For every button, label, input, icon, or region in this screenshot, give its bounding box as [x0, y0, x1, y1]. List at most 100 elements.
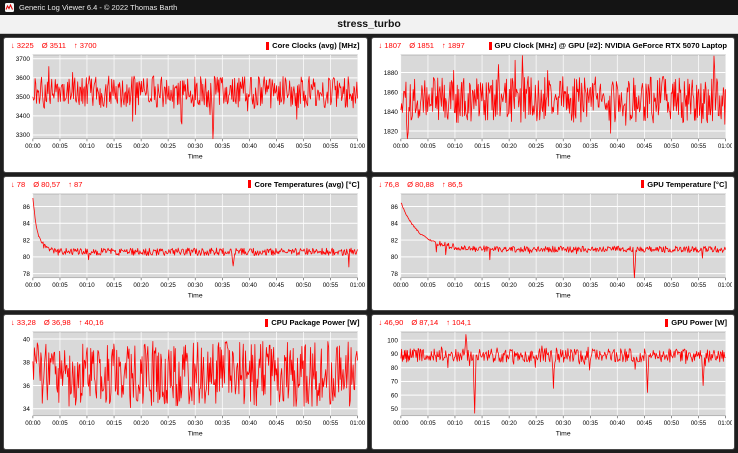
chart-title: GPU Power [W] [665, 318, 727, 327]
stat-avg: 1851 [417, 41, 434, 50]
chart-stats: ↓1807 Ø1851 ↑1897 [379, 41, 465, 50]
svg-text:00:05: 00:05 [52, 421, 68, 428]
svg-text:00:25: 00:25 [528, 421, 544, 428]
svg-text:00:30: 00:30 [555, 143, 571, 150]
chart-title-text: GPU Clock [MHz] @ GPU [#2]: NVIDIA GeFor… [495, 41, 727, 50]
svg-text:00:10: 00:10 [79, 421, 95, 428]
svg-text:82: 82 [23, 237, 31, 244]
svg-text:00:45: 00:45 [636, 143, 652, 150]
chart-header: ↓1807 Ø1851 ↑1897 GPU Clock [MHz] @ GPU … [372, 38, 735, 51]
svg-text:00:40: 00:40 [242, 421, 258, 428]
svg-text:00:50: 00:50 [296, 282, 312, 289]
svg-text:Time: Time [555, 154, 570, 161]
max-arrow-icon: ↑ [68, 180, 72, 189]
svg-text:00:00: 00:00 [393, 143, 409, 150]
svg-text:00:20: 00:20 [501, 282, 517, 289]
svg-text:00:55: 00:55 [323, 421, 339, 428]
svg-text:00:50: 00:50 [663, 421, 679, 428]
svg-text:100: 100 [387, 338, 398, 345]
window-titlebar[interactable]: Generic Log Viewer 6.4 - © 2022 Thomas B… [0, 0, 738, 15]
stat-avg: 36,98 [52, 318, 71, 327]
chart-title-text: GPU Temperature [°C] [647, 180, 727, 189]
chart-stats: ↓76,8 Ø80,88 ↑86,5 [379, 180, 463, 189]
svg-text:00:30: 00:30 [188, 282, 204, 289]
chart-title-text: CPU Package Power [W] [271, 318, 359, 327]
svg-text:00:15: 00:15 [474, 143, 490, 150]
svg-text:00:15: 00:15 [106, 421, 122, 428]
chart-title-text: GPU Power [W] [671, 318, 727, 327]
svg-text:Time: Time [555, 292, 570, 299]
chart-svg[interactable]: 182018401860188000:0000:0500:1000:1500:2… [374, 51, 733, 171]
svg-text:00:35: 00:35 [582, 143, 598, 150]
svg-text:Time: Time [188, 431, 203, 438]
svg-text:00:40: 00:40 [242, 282, 258, 289]
min-arrow-icon: ↓ [379, 180, 383, 189]
svg-text:00:25: 00:25 [160, 282, 176, 289]
max-arrow-icon: ↑ [442, 180, 446, 189]
svg-text:00:20: 00:20 [501, 421, 517, 428]
svg-text:00:05: 00:05 [420, 282, 436, 289]
chart-svg[interactable]: 3436384000:0000:0500:1000:1500:2000:2500… [6, 328, 365, 448]
svg-text:00:50: 00:50 [296, 421, 312, 428]
svg-text:00:15: 00:15 [474, 421, 490, 428]
svg-text:00:55: 00:55 [690, 143, 706, 150]
svg-text:00:45: 00:45 [269, 282, 285, 289]
stat-min: 33,28 [17, 318, 36, 327]
svg-text:00:00: 00:00 [393, 421, 409, 428]
svg-text:34: 34 [23, 406, 31, 413]
chart-header: ↓3225 Ø3511 ↑3700 Core Clocks (avg) [MHz… [4, 38, 367, 51]
svg-text:00:35: 00:35 [215, 143, 231, 150]
svg-text:3700: 3700 [16, 56, 31, 63]
svg-text:Time: Time [188, 292, 203, 299]
svg-text:00:25: 00:25 [528, 282, 544, 289]
stat-avg: 3511 [50, 41, 66, 50]
svg-text:00:15: 00:15 [106, 282, 122, 289]
chart-header: ↓78 Ø80,57 ↑87 Core Temperatures (avg) [… [4, 177, 367, 190]
svg-text:84: 84 [390, 220, 398, 227]
chart-svg[interactable]: 3300340035003600370000:0000:0500:1000:15… [6, 51, 365, 171]
svg-text:01:00: 01:00 [350, 282, 365, 289]
avg-symbol-icon: Ø [407, 180, 413, 189]
svg-text:00:35: 00:35 [215, 282, 231, 289]
svg-text:00:40: 00:40 [609, 421, 625, 428]
svg-text:1840: 1840 [383, 109, 398, 116]
max-arrow-icon: ↑ [74, 41, 78, 50]
chart-title-text: Core Clocks (avg) [MHz] [272, 41, 359, 50]
svg-text:01:00: 01:00 [350, 143, 365, 150]
svg-text:00:10: 00:10 [447, 282, 463, 289]
svg-text:00:55: 00:55 [690, 282, 706, 289]
svg-text:84: 84 [23, 220, 31, 227]
svg-text:00:40: 00:40 [609, 282, 625, 289]
stat-max: 87 [74, 180, 82, 189]
chart-area: 788082848600:0000:0500:1000:1500:2000:25… [372, 190, 735, 311]
svg-text:00:05: 00:05 [52, 282, 68, 289]
series-legend-marker [665, 319, 668, 327]
stat-min: 76,8 [384, 180, 399, 189]
svg-text:01:00: 01:00 [717, 143, 732, 150]
chart-panel-gpu-power: ↓46,90 Ø87,14 ↑104,1 GPU Power [W] 50607… [371, 314, 736, 450]
stat-min: 78 [17, 180, 25, 189]
chart-area: 506070809010000:0000:0500:1000:1500:2000… [372, 328, 735, 449]
chart-svg[interactable]: 506070809010000:0000:0500:1000:1500:2000… [374, 328, 733, 448]
avg-symbol-icon: Ø [42, 41, 48, 50]
svg-text:00:20: 00:20 [501, 143, 517, 150]
svg-text:00:25: 00:25 [160, 143, 176, 150]
stat-max: 1897 [448, 41, 465, 50]
svg-text:00:25: 00:25 [528, 143, 544, 150]
chart-header: ↓46,90 Ø87,14 ↑104,1 GPU Power [W] [372, 315, 735, 328]
svg-text:00:45: 00:45 [269, 143, 285, 150]
svg-text:00:45: 00:45 [636, 282, 652, 289]
log-name-header: stress_turbo [0, 15, 738, 34]
window-title: Generic Log Viewer 6.4 - © 2022 Thomas B… [19, 3, 177, 12]
min-arrow-icon: ↓ [379, 41, 383, 50]
svg-text:00:30: 00:30 [188, 143, 204, 150]
svg-text:1820: 1820 [383, 128, 398, 135]
svg-text:80: 80 [390, 365, 398, 372]
chart-panel-gpu-temp: ↓76,8 Ø80,88 ↑86,5 GPU Temperature [°C] … [371, 176, 736, 312]
chart-svg[interactable]: 788082848600:0000:0500:1000:1500:2000:25… [374, 190, 733, 310]
svg-text:00:55: 00:55 [323, 143, 339, 150]
chart-stats: ↓33,28 Ø36,98 ↑40,16 [11, 318, 104, 327]
chart-svg[interactable]: 788082848600:0000:0500:1000:1500:2000:25… [6, 190, 365, 310]
svg-text:3600: 3600 [16, 75, 31, 82]
svg-text:1860: 1860 [383, 89, 398, 96]
